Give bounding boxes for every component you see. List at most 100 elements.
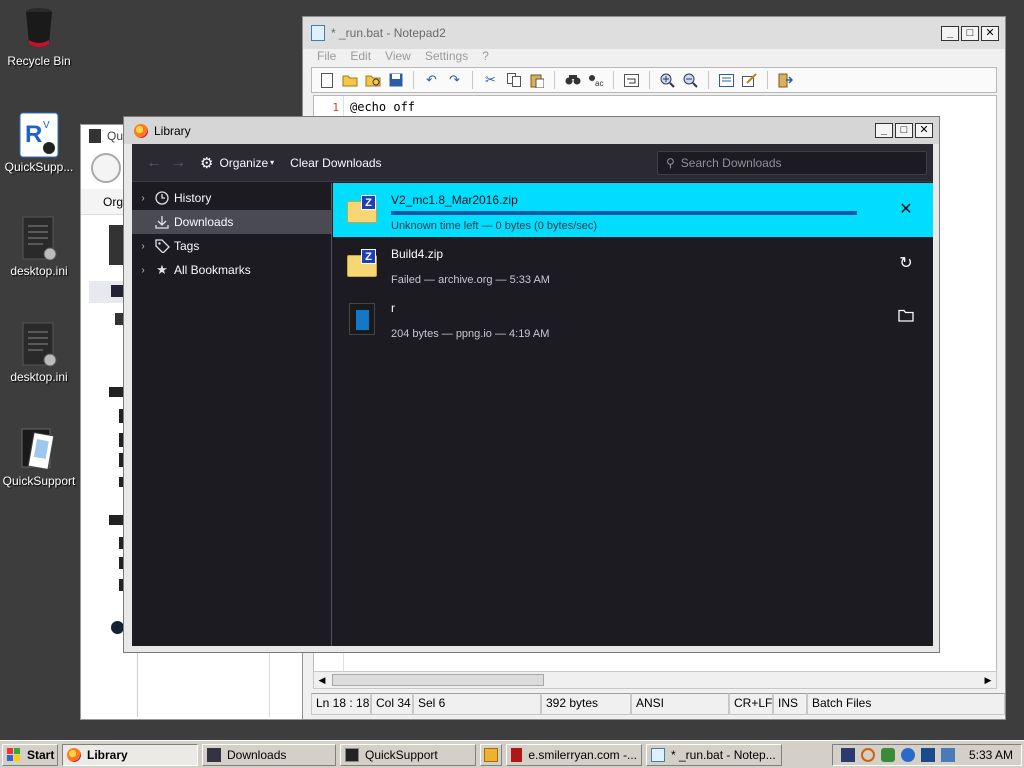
folder-tree-item[interactable] xyxy=(109,225,123,265)
notepad-toolbar: ↶ ↷ ✂ ac xyxy=(311,67,997,93)
clock-icon xyxy=(154,190,170,206)
zip-archive-icon: Z xyxy=(347,195,377,223)
download-progress-bar xyxy=(391,211,857,215)
status-lexer[interactable]: Batch Files xyxy=(807,693,1005,715)
horizontal-scrollbar[interactable]: ◀ ▶ xyxy=(313,671,997,689)
find-icon[interactable] xyxy=(564,72,581,89)
tray-monitor-icon[interactable] xyxy=(920,747,935,762)
taskbar-item-quicksupport[interactable]: QuickSupport xyxy=(340,743,476,766)
notepad-titlebar[interactable]: * _run.bat - Notepad2 _ □ ✕ xyxy=(303,17,1005,49)
desktop-icon-quicksupport-2[interactable]: QuickSupport xyxy=(0,426,78,488)
tray-search-icon[interactable] xyxy=(860,747,875,762)
chevron-right-icon[interactable]: › xyxy=(132,265,154,276)
taskbar: Start Library Downloads QuickSupport e.s… xyxy=(0,740,1024,768)
folder-icon[interactable] xyxy=(897,309,915,327)
copy-icon[interactable] xyxy=(505,72,522,89)
taskbar-item-library[interactable]: Library xyxy=(62,743,198,766)
tray-globe-icon[interactable] xyxy=(900,747,915,762)
tray-volume-icon[interactable] xyxy=(940,747,955,762)
taskbar-item-filezilla[interactable]: e.smilerryan.com -... xyxy=(506,743,642,766)
download-item[interactable]: r 204 bytes — ppng.io — 4:19 AM xyxy=(333,291,933,345)
desktop-icon-label: Recycle Bin xyxy=(7,54,71,68)
settings-file-icon xyxy=(19,216,59,261)
save-icon[interactable] xyxy=(387,72,404,89)
search-icon: ⚲ xyxy=(666,155,675,170)
statusbar: Ln 18 : 18 Col 34 Sel 6 392 bytes ANSI C… xyxy=(311,693,1005,715)
clear-downloads-button[interactable]: Clear Downloads xyxy=(290,156,381,170)
exit-icon[interactable] xyxy=(777,72,794,89)
sidebar-item-history[interactable]: › History xyxy=(132,186,331,210)
browse-icon[interactable] xyxy=(364,72,381,89)
menu-view[interactable]: View xyxy=(385,49,411,65)
customize-schemes-icon[interactable] xyxy=(741,72,758,89)
toolbar-separator xyxy=(613,71,614,89)
download-filename: V2_mc1.8_Mar2016.zip xyxy=(391,193,518,207)
download-status: Failed — archive.org — 5:33 AM xyxy=(391,274,550,286)
maximize-button[interactable]: □ xyxy=(895,123,913,138)
scrollbar-thumb[interactable] xyxy=(332,674,544,686)
menu-settings[interactable]: Settings xyxy=(425,49,468,65)
folder-tree-item[interactable] xyxy=(115,313,123,325)
status-encoding[interactable]: ANSI xyxy=(631,693,729,715)
minimize-button[interactable]: _ xyxy=(941,25,959,41)
sidebar-item-label: Downloads xyxy=(174,215,234,229)
status-line-endings[interactable]: CR+LF xyxy=(729,693,773,715)
new-file-icon[interactable] xyxy=(318,72,335,89)
explorer-icon xyxy=(207,747,221,762)
organize-menu-label[interactable]: Org xyxy=(103,195,123,209)
desktop-icon-recycle-bin[interactable]: Recycle Bin xyxy=(0,6,78,68)
search-downloads-input[interactable]: ⚲ Search Downloads xyxy=(657,150,927,175)
word-wrap-icon[interactable] xyxy=(623,72,640,89)
chevron-right-icon[interactable]: › xyxy=(132,241,154,252)
cancel-icon[interactable]: ✕ xyxy=(897,201,915,219)
chevron-down-icon: ▾ xyxy=(270,158,275,167)
back-button[interactable] xyxy=(91,153,121,183)
sidebar-item-tags[interactable]: › Tags xyxy=(132,234,331,258)
tray-app-icon[interactable] xyxy=(840,747,855,762)
schemes-icon[interactable] xyxy=(718,72,735,89)
undo-icon[interactable]: ↶ xyxy=(423,72,440,89)
taskbar-item-notepad[interactable]: * _run.bat - Notep... xyxy=(646,743,782,766)
back-arrow-icon[interactable]: ← xyxy=(142,154,166,172)
taskbar-item-downloads[interactable]: Downloads xyxy=(202,743,336,766)
close-button[interactable]: ✕ xyxy=(981,25,999,41)
zoom-out-icon[interactable] xyxy=(682,72,699,89)
quicklaunch-media-player[interactable] xyxy=(480,743,502,766)
maximize-button[interactable]: □ xyxy=(961,25,979,41)
download-item[interactable]: Z V2_mc1.8_Mar2016.zip Unknown time left… xyxy=(333,183,933,237)
start-button[interactable]: Start xyxy=(2,743,58,766)
menu-help[interactable]: ? xyxy=(482,49,489,65)
cut-icon[interactable]: ✂ xyxy=(482,72,499,89)
desktop-icon-label: desktop.ini xyxy=(10,264,68,278)
sidebar-item-downloads[interactable]: Downloads xyxy=(132,210,331,234)
retry-icon[interactable]: ↻ xyxy=(897,255,915,273)
zoom-in-icon[interactable] xyxy=(659,72,676,89)
chevron-right-icon[interactable]: › xyxy=(132,193,154,204)
menu-edit[interactable]: Edit xyxy=(350,49,371,65)
scroll-left-icon[interactable]: ◀ xyxy=(315,673,329,687)
minimize-button[interactable]: _ xyxy=(875,123,893,138)
desktop-icon-desktop-ini-2[interactable]: desktop.ini xyxy=(0,322,78,384)
desktop-icon-quicksupport-1[interactable]: R V QuickSupp... xyxy=(0,112,78,174)
toolbar-separator xyxy=(708,71,709,89)
download-item[interactable]: Z Build4.zip Failed — archive.org — 5:33… xyxy=(333,237,933,291)
open-folder-icon[interactable] xyxy=(341,72,358,89)
close-button[interactable]: ✕ xyxy=(915,123,933,138)
organize-button[interactable]: ⚙ Organize ▾ xyxy=(200,154,274,172)
forward-arrow-icon[interactable]: → xyxy=(166,154,190,172)
quicksupport-icon: R V xyxy=(19,112,59,158)
notepad-icon xyxy=(651,747,665,762)
replace-icon[interactable]: ac xyxy=(587,72,604,89)
scroll-right-icon[interactable]: ▶ xyxy=(981,673,995,687)
sidebar-item-all-bookmarks[interactable]: › ★ All Bookmarks xyxy=(132,258,331,282)
tray-network-icon[interactable] xyxy=(880,747,895,762)
redo-icon[interactable]: ↷ xyxy=(446,72,463,89)
sidebar-item-label: History xyxy=(174,191,212,205)
status-insert-mode[interactable]: INS xyxy=(773,693,807,715)
download-status: 204 bytes — ppng.io — 4:19 AM xyxy=(391,328,550,340)
library-window: Library _ □ ✕ ← → ⚙ Organize ▾ Clear Dow… xyxy=(123,116,940,653)
menu-file[interactable]: File xyxy=(317,49,336,65)
library-titlebar[interactable]: Library _ □ ✕ xyxy=(124,117,939,144)
desktop-icon-desktop-ini-1[interactable]: desktop.ini xyxy=(0,216,78,278)
paste-icon[interactable] xyxy=(528,72,545,89)
